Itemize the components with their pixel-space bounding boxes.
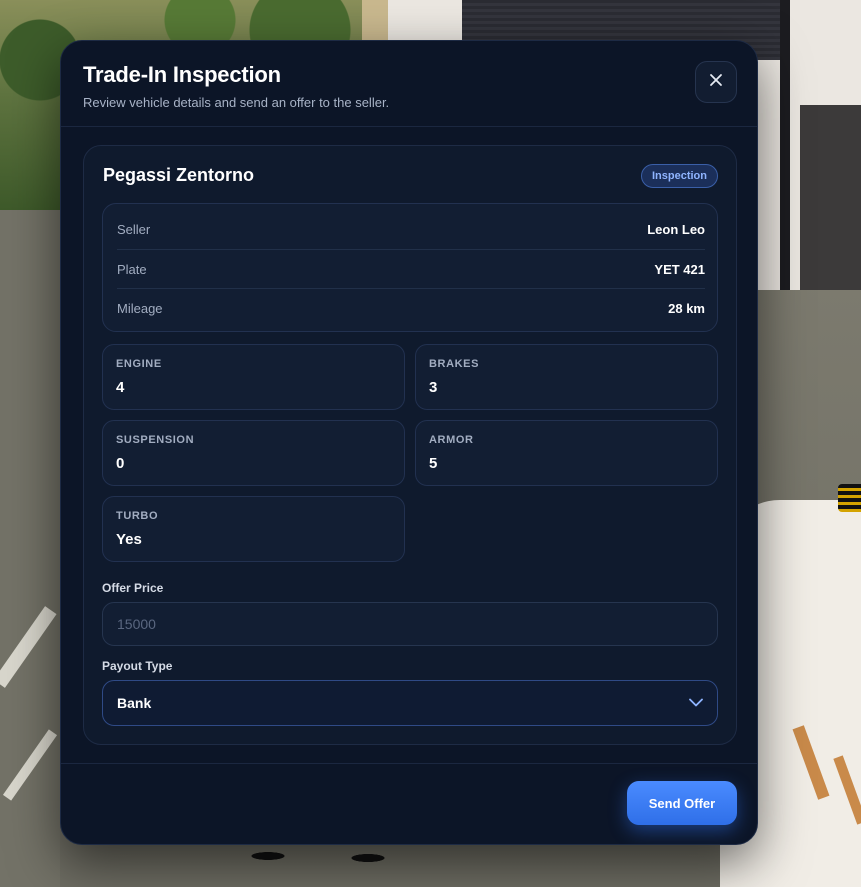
chevron-down-icon — [689, 694, 703, 712]
vehicle-details: Seller Leon Leo Plate YET 421 Mileage 28… — [102, 203, 718, 332]
status-badge: Inspection — [640, 164, 718, 188]
close-icon — [709, 73, 723, 92]
detail-label: Mileage — [117, 300, 163, 316]
stat-suspension: SUSPENSION 0 — [102, 420, 405, 486]
stat-label: SUSPENSION — [116, 434, 195, 446]
stat-turbo: TURBO Yes — [102, 496, 405, 562]
stat-value: 5 — [429, 455, 438, 472]
stat-value: 0 — [116, 455, 125, 472]
stat-value: 4 — [116, 379, 125, 396]
modal-subtitle: Review vehicle details and send an offer… — [83, 95, 390, 110]
stat-engine: ENGINE 4 — [102, 344, 405, 410]
detail-value: 28 km — [668, 300, 705, 316]
stat-brakes: BRAKES 3 — [415, 344, 718, 410]
modal-header: Trade-In Inspection Review vehicle detai… — [61, 41, 757, 127]
close-button[interactable] — [695, 61, 737, 103]
detail-label: Plate — [117, 261, 147, 277]
payout-type-label: Payout Type — [102, 659, 173, 673]
vehicle-card: Pegassi Zentorno Inspection Seller Leon … — [83, 145, 737, 745]
payout-type-select[interactable]: Bank — [102, 680, 718, 726]
detail-value: YET 421 — [654, 261, 705, 277]
stat-label: ARMOR — [429, 434, 474, 446]
modal-title: Trade-In Inspection — [83, 62, 281, 87]
detail-value: Leon Leo — [647, 222, 705, 237]
stat-label: BRAKES — [429, 358, 480, 370]
detail-row-mileage: Mileage 28 km — [117, 288, 705, 327]
stat-value: Yes — [116, 531, 142, 548]
offer-price-input[interactable] — [102, 602, 718, 646]
payout-type-value: Bank — [117, 695, 152, 711]
trade-in-modal: Trade-In Inspection Review vehicle detai… — [60, 40, 758, 845]
detail-label: Seller — [117, 222, 151, 237]
send-offer-button[interactable]: Send Offer — [627, 781, 737, 825]
stat-label: TURBO — [116, 510, 159, 522]
vehicle-name: Pegassi Zentorno — [103, 165, 255, 185]
offer-price-label: Offer Price — [102, 581, 164, 595]
stat-value: 3 — [429, 379, 438, 396]
detail-row-plate: Plate YET 421 — [117, 249, 705, 288]
detail-row-seller: Seller Leon Leo — [117, 210, 705, 249]
modal-footer: Send Offer — [61, 763, 757, 844]
stat-label: ENGINE — [116, 358, 162, 370]
stat-armor: ARMOR 5 — [415, 420, 718, 486]
